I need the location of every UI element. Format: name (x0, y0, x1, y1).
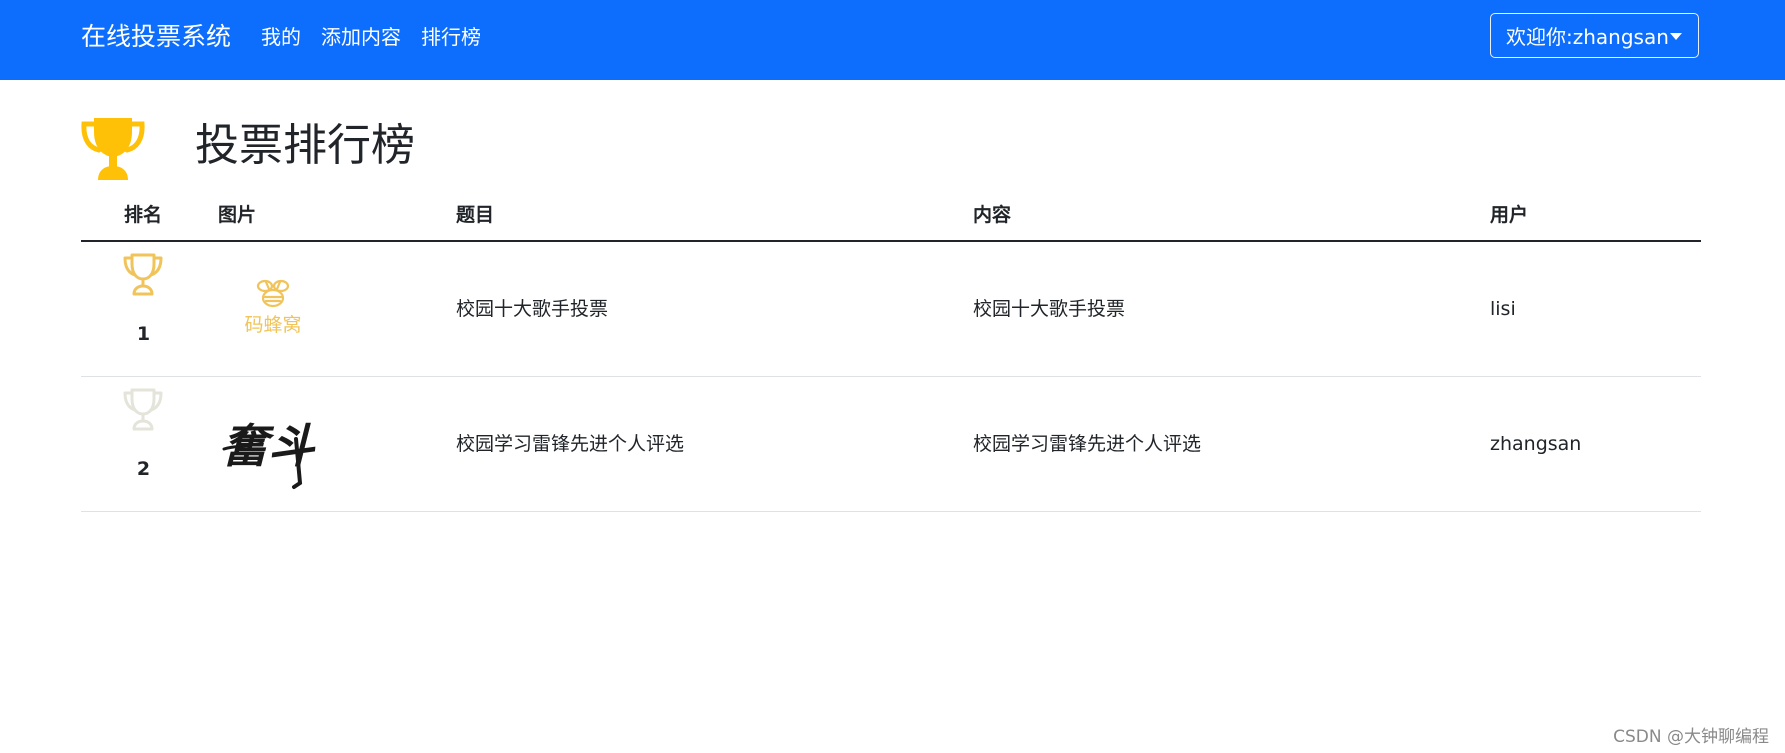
column-header-content: 内容 (973, 204, 1012, 226)
nav-link-mine[interactable]: 我的 (261, 24, 301, 50)
nav-link-add-content[interactable]: 添加内容 (321, 24, 401, 50)
fendou-calligraphy-image[interactable]: 奮斗 (218, 387, 328, 497)
rank-number: 1 (136, 323, 151, 345)
mafengwo-logo-text: 码蜂窝 (244, 314, 301, 336)
column-header-image: 图片 (218, 204, 257, 226)
page-title: 投票排行榜 (195, 120, 415, 171)
top-navbar: 在线投票系统 我的 添加内容 排行榜 欢迎你:zhangsan (0, 0, 1785, 80)
user-menu-label: 欢迎你:zhangsan (1506, 25, 1669, 49)
table-row: 1 码蜂窝 校园十大歌手投票 校园十大歌手投票 lisi (81, 242, 1701, 376)
nav-link-ranking[interactable]: 排行榜 (421, 24, 481, 50)
table-row: 2 奮斗 校园学习雷锋先进个人评选 校园学习雷锋先进个人评选 zhangsan (81, 377, 1701, 511)
row-content: 校园十大歌手投票 (973, 298, 1126, 320)
row-divider (81, 511, 1701, 512)
column-header-rank: 排名 (124, 204, 163, 226)
row-title: 校园学习雷锋先进个人评选 (456, 433, 685, 455)
rank-number: 2 (136, 458, 151, 480)
watermark-text: CSDN @大钟聊编程 (1613, 727, 1769, 747)
trophy-outline-icon (123, 388, 163, 431)
trophy-icon (81, 118, 145, 180)
user-menu-dropdown[interactable]: 欢迎你:zhangsan (1490, 13, 1699, 58)
trophy-outline-icon (123, 253, 163, 296)
row-user: zhangsan (1490, 433, 1582, 455)
chevron-down-icon (1670, 33, 1682, 40)
column-header-title: 题目 (456, 204, 495, 226)
column-header-user: 用户 (1490, 204, 1529, 226)
mafengwo-logo-image[interactable]: 码蜂窝 (218, 252, 328, 362)
row-user: lisi (1490, 298, 1516, 320)
brand-link[interactable]: 在线投票系统 (81, 20, 231, 54)
row-content: 校园学习雷锋先进个人评选 (973, 433, 1202, 455)
row-title: 校园十大歌手投票 (456, 298, 609, 320)
